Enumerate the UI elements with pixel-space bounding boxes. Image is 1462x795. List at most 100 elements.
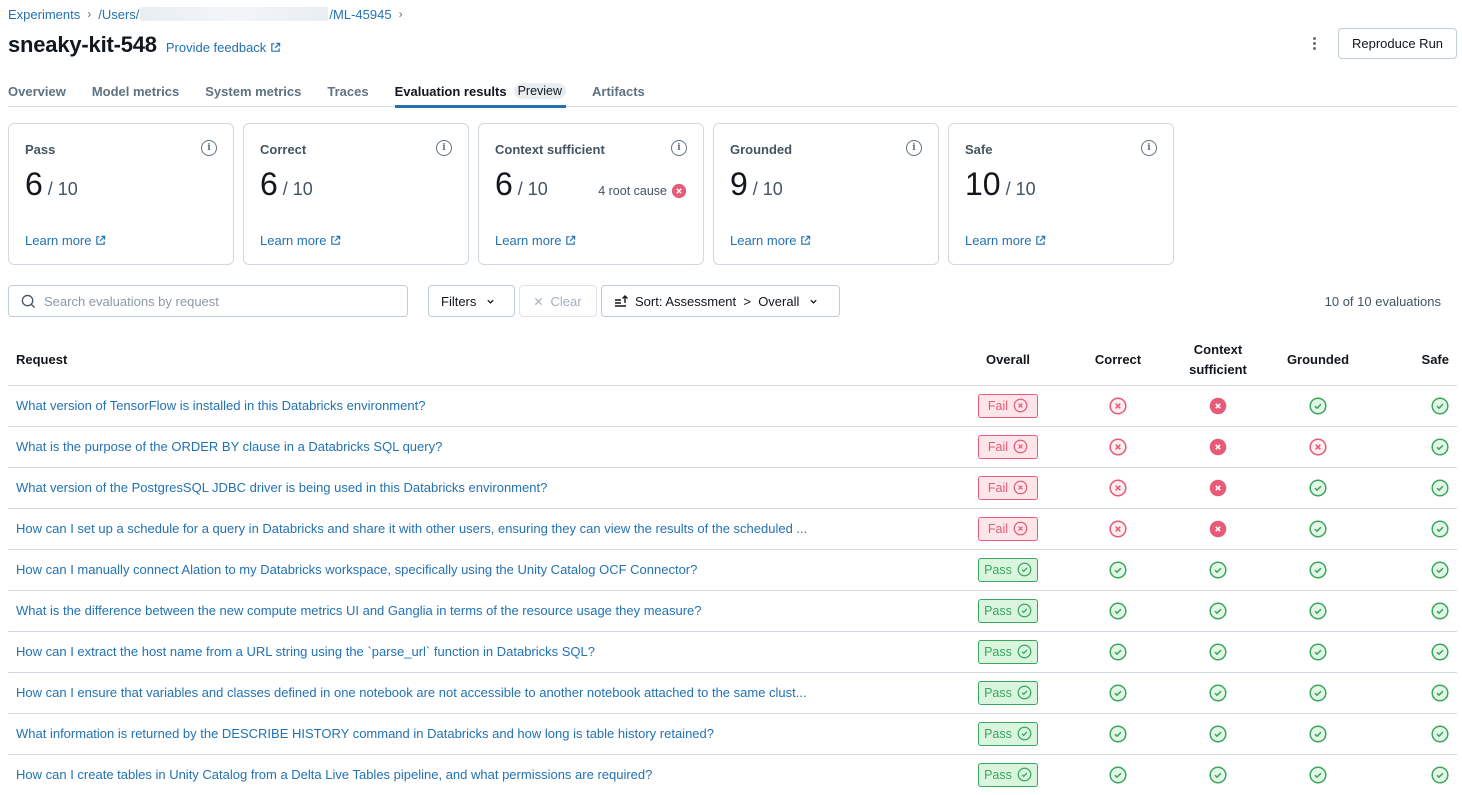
table-row[interactable]: What version of the PostgresSQL JDBC dri… <box>8 467 1457 509</box>
safe-cell <box>1368 672 1457 714</box>
info-icon[interactable]: i <box>671 140 687 156</box>
check-circle-icon <box>1017 603 1032 618</box>
tab-model-metrics[interactable]: Model metrics <box>92 80 179 107</box>
request-link[interactable]: How can I extract the host name from a U… <box>16 644 595 659</box>
table-row[interactable]: What is the difference between the new c… <box>8 590 1457 632</box>
overall-label: Pass <box>984 644 1012 659</box>
learn-more-link[interactable]: Learn more <box>260 233 341 248</box>
learn-more-link[interactable]: Learn more <box>965 233 1046 248</box>
sort-button[interactable]: Sort: Assessment > Overall <box>601 285 840 317</box>
request-link[interactable]: What version of the PostgresSQL JDBC dri… <box>16 480 547 495</box>
grounded-cell <box>1268 467 1368 509</box>
grounded-pass-icon <box>1309 478 1327 497</box>
correct-cell <box>1068 508 1168 550</box>
learn-more-link[interactable]: Learn more <box>25 233 106 248</box>
learn-more-link[interactable]: Learn more <box>495 233 576 248</box>
table-row[interactable]: How can I manually connect Alation to my… <box>8 549 1457 591</box>
info-icon[interactable]: i <box>906 140 922 156</box>
tab-evaluation-results[interactable]: Evaluation results Preview <box>394 80 567 108</box>
context-pass-icon <box>1209 560 1227 579</box>
tab-traces[interactable]: Traces <box>327 80 368 107</box>
table-row[interactable]: What information is returned by the DESC… <box>8 713 1457 755</box>
request-link[interactable]: What is the difference between the new c… <box>16 603 702 618</box>
request-link[interactable]: How can I set up a schedule for a query … <box>16 521 807 536</box>
overall-cell: Fail <box>948 508 1068 550</box>
header-context-line2: sufficient <box>1189 361 1247 377</box>
info-icon[interactable]: i <box>1141 140 1157 156</box>
breadcrumb-experiments[interactable]: Experiments <box>8 7 80 22</box>
request-link[interactable]: How can I ensure that variables and clas… <box>16 685 807 700</box>
card-value: 6/ 10 <box>260 166 313 203</box>
context-sufficient-cell <box>1168 385 1268 427</box>
correct-cell <box>1068 631 1168 673</box>
request-cell: What is the difference between the new c… <box>8 590 948 632</box>
tab-artifacts[interactable]: Artifacts <box>592 80 645 107</box>
breadcrumb-experiment[interactable]: /ML-45945 <box>329 7 391 22</box>
breadcrumb-user-path[interactable]: /Users/ <box>98 7 139 22</box>
header-context-sufficient[interactable]: Context sufficient <box>1168 335 1268 386</box>
more-options-icon[interactable] <box>1306 33 1322 53</box>
overall-fail-badge[interactable]: Fail <box>978 475 1038 500</box>
info-icon[interactable]: i <box>201 140 217 156</box>
info-icon[interactable]: i <box>436 140 452 156</box>
table-row[interactable]: How can I set up a schedule for a query … <box>8 508 1457 550</box>
request-cell: How can I set up a schedule for a query … <box>8 508 948 550</box>
overall-pass-badge[interactable]: Pass <box>978 762 1038 787</box>
context-sufficient-cell <box>1168 672 1268 714</box>
overall-fail-badge[interactable]: Fail <box>978 393 1038 418</box>
context-root-cause-icon <box>1209 397 1227 414</box>
request-link[interactable]: What is the purpose of the ORDER BY clau… <box>16 439 442 454</box>
correct-pass-icon <box>1109 642 1127 661</box>
context-sufficient-cell <box>1168 631 1268 673</box>
table-row[interactable]: How can I create tables in Unity Catalog… <box>8 754 1457 795</box>
tab-system-metrics[interactable]: System metrics <box>205 80 301 107</box>
overall-pass-badge[interactable]: Pass <box>978 639 1038 664</box>
overall-pass-badge[interactable]: Pass <box>978 598 1038 623</box>
card-title: Correct <box>260 142 307 157</box>
grounded-pass-icon <box>1309 766 1327 784</box>
x-circle-icon <box>1013 521 1028 536</box>
overall-cell: Fail <box>948 467 1068 509</box>
provide-feedback-link[interactable]: Provide feedback <box>166 40 281 55</box>
table-row[interactable]: What is the purpose of the ORDER BY clau… <box>8 426 1457 468</box>
grounded-cell <box>1268 631 1368 673</box>
grounded-fail-icon <box>1309 437 1327 456</box>
table-row[interactable]: How can I extract the host name from a U… <box>8 631 1457 673</box>
overall-pass-badge[interactable]: Pass <box>978 721 1038 746</box>
tab-overview[interactable]: Overview <box>8 80 66 107</box>
overall-pass-badge[interactable]: Pass <box>978 557 1038 582</box>
header-correct[interactable]: Correct <box>1068 335 1168 386</box>
request-cell: How can I ensure that variables and clas… <box>8 672 948 714</box>
clear-button[interactable]: Clear <box>519 285 597 317</box>
grounded-cell <box>1268 672 1368 714</box>
learn-more-label: Learn more <box>495 233 562 248</box>
reproduce-run-button[interactable]: Reproduce Run <box>1338 28 1457 59</box>
overall-fail-badge[interactable]: Fail <box>978 516 1038 541</box>
root-cause-indicator[interactable]: 4 root cause <box>598 183 687 199</box>
learn-more-link[interactable]: Learn more <box>730 233 811 248</box>
header-overall[interactable]: Overall <box>948 335 1068 386</box>
request-link[interactable]: How can I create tables in Unity Catalog… <box>16 767 652 782</box>
request-link[interactable]: What version of TensorFlow is installed … <box>16 398 425 413</box>
correct-pass-icon <box>1109 724 1127 743</box>
learn-more-label: Learn more <box>730 233 797 248</box>
table-row[interactable]: How can I ensure that variables and clas… <box>8 672 1457 714</box>
x-circle-icon <box>1013 439 1028 454</box>
table-row[interactable]: What version of TensorFlow is installed … <box>8 385 1457 427</box>
request-link[interactable]: What information is returned by the DESC… <box>16 726 714 741</box>
context-root-cause-icon <box>1209 479 1227 496</box>
overall-fail-badge[interactable]: Fail <box>978 434 1038 459</box>
correct-cell <box>1068 385 1168 427</box>
overall-pass-badge[interactable]: Pass <box>978 680 1038 705</box>
overall-label: Fail <box>987 480 1009 495</box>
tab-label: Evaluation results <box>394 84 507 99</box>
header-safe[interactable]: Safe <box>1368 335 1457 386</box>
request-link[interactable]: How can I manually connect Alation to my… <box>16 562 697 577</box>
search-input[interactable] <box>44 293 404 309</box>
card-total: / 10 <box>282 179 313 199</box>
grounded-pass-icon <box>1309 683 1327 702</box>
safe-pass-icon <box>1431 683 1449 702</box>
header-request[interactable]: Request <box>8 335 948 386</box>
filters-button[interactable]: Filters <box>428 285 515 317</box>
header-grounded[interactable]: Grounded <box>1268 335 1368 386</box>
